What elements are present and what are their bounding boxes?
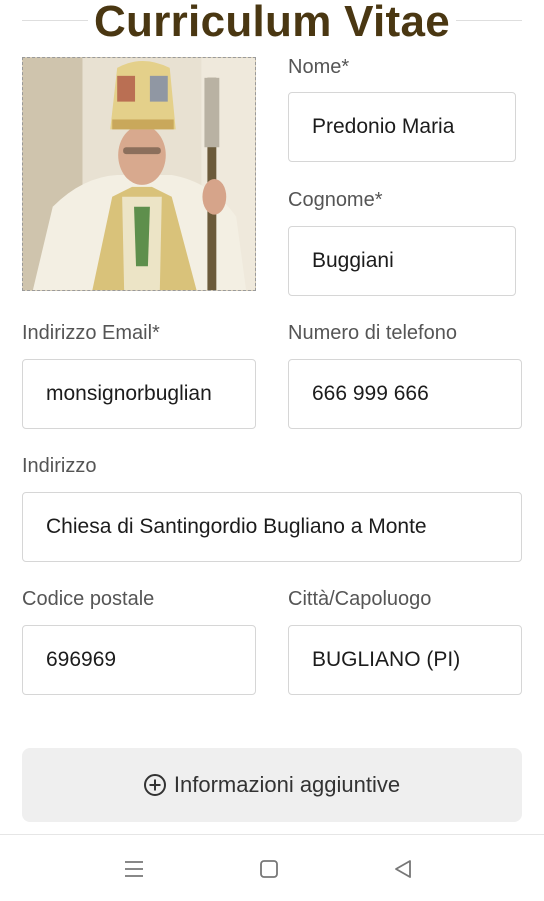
cognome-label: Cognome* bbox=[288, 189, 383, 211]
page-title: Curriculum Vitae bbox=[0, 0, 544, 48]
plus-circle-icon bbox=[143, 774, 166, 796]
cognome-input[interactable]: Buggiani bbox=[288, 226, 516, 296]
home-icon[interactable] bbox=[255, 855, 283, 883]
nome-input[interactable]: Predonio Maria bbox=[288, 92, 516, 162]
profile-photo[interactable] bbox=[22, 57, 256, 291]
system-navbar bbox=[0, 834, 544, 901]
cap-input[interactable]: 696969 bbox=[22, 625, 256, 695]
cap-label: Codice postale bbox=[22, 588, 155, 610]
email-label: Indirizzo Email* bbox=[22, 322, 160, 344]
telefono-input[interactable]: 666 999 666 bbox=[288, 359, 522, 429]
indirizzo-label: Indirizzo bbox=[22, 455, 97, 477]
menu-icon[interactable] bbox=[120, 855, 148, 883]
email-input[interactable]: monsignorbuglian bbox=[22, 359, 256, 429]
more-info-label: Informazioni aggiuntive bbox=[173, 772, 401, 797]
more-info-button[interactable]: Informazioni aggiuntive bbox=[22, 748, 522, 822]
citta-label: Città/Capoluogo bbox=[288, 588, 432, 610]
citta-input[interactable]: BUGLIANO (PI) bbox=[288, 625, 522, 695]
indirizzo-input[interactable]: Chiesa di Santingordio Bugliano a Monte bbox=[22, 492, 522, 562]
telefono-label: Numero di telefono bbox=[288, 322, 457, 344]
back-icon[interactable] bbox=[389, 855, 417, 883]
profile-photo-image bbox=[23, 58, 255, 290]
nome-label: Nome* bbox=[288, 56, 350, 78]
